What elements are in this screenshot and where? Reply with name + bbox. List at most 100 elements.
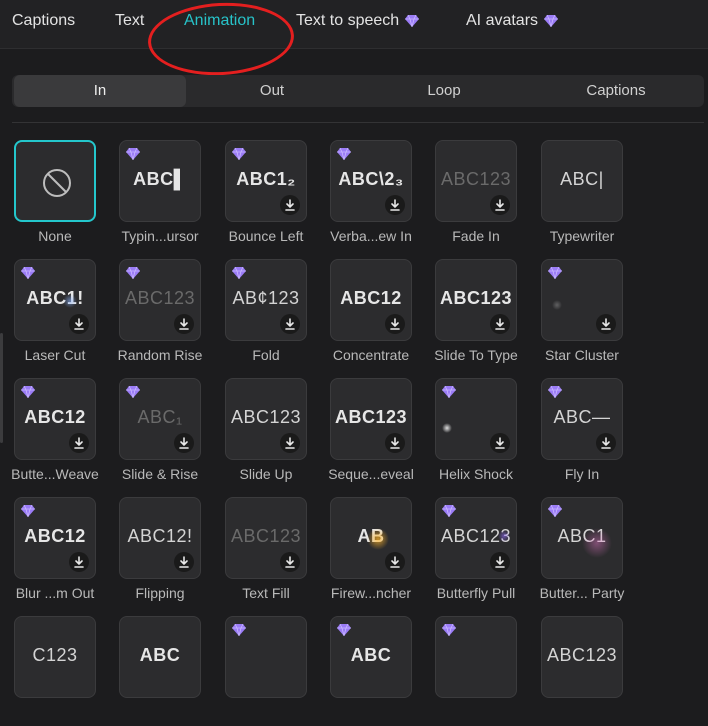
- preset-thumbnail[interactable]: ABC1₂: [225, 140, 307, 222]
- preset-thumbnail[interactable]: ABC1!: [14, 259, 96, 341]
- animation-preset-fly-in[interactable]: ABC— Fly In: [535, 378, 635, 488]
- preset-thumbnail[interactable]: ABC123: [119, 259, 201, 341]
- download-icon[interactable]: [174, 552, 194, 572]
- preset-thumbnail[interactable]: ABC123: [435, 140, 517, 222]
- preset-thumbnail[interactable]: ABC|: [541, 140, 623, 222]
- animation-preset-typewriter[interactable]: ABC| Typewriter: [535, 140, 635, 250]
- preset-thumbnail[interactable]: ABC₁: [119, 378, 201, 460]
- animation-preset-slide-rise[interactable]: ABC₁ Slide & Rise: [113, 378, 213, 488]
- animation-preset-seque-eveal[interactable]: ABC123 Seque...eveal: [324, 378, 424, 488]
- preset-thumbnail[interactable]: ABC12!: [119, 497, 201, 579]
- download-icon[interactable]: [69, 314, 89, 334]
- download-icon[interactable]: [596, 314, 616, 334]
- premium-gem-icon: [21, 504, 35, 518]
- animation-preset-preset[interactable]: C123: [8, 616, 108, 726]
- download-icon[interactable]: [280, 552, 300, 572]
- preset-sample-text: ABC123: [230, 407, 302, 427]
- preset-thumbnail[interactable]: ABC123: [435, 497, 517, 579]
- tab-animation[interactable]: Animation: [184, 12, 255, 30]
- scrollbar[interactable]: [0, 123, 4, 662]
- animation-preset-blur-m-out[interactable]: ABC12 Blur ...m Out: [8, 497, 108, 607]
- animation-preset-none[interactable]: None: [8, 140, 108, 250]
- preset-thumbnail[interactable]: ABC: [330, 616, 412, 698]
- preset-thumbnail[interactable]: [435, 378, 517, 460]
- download-icon[interactable]: [69, 552, 89, 572]
- preset-thumbnail[interactable]: ABC123: [225, 497, 307, 579]
- tab-label: AI avatars: [466, 12, 539, 29]
- animation-preset-star-cluster[interactable]: Star Cluster: [535, 259, 635, 369]
- animation-preset-firew-ncher[interactable]: AB Firew...ncher: [324, 497, 424, 607]
- animation-preset-butter-party[interactable]: ABC1 Butter... Party: [535, 497, 635, 607]
- animation-preset-preset[interactable]: ABC: [324, 616, 424, 726]
- animation-preset-typin-ursor[interactable]: ABC▌ Typin...ursor: [113, 140, 213, 250]
- animation-preset-flipping[interactable]: ABC12! Flipping: [113, 497, 213, 607]
- preset-thumbnail[interactable]: ABC123: [435, 259, 517, 341]
- preset-thumbnail[interactable]: ABC12: [14, 497, 96, 579]
- download-icon[interactable]: [174, 433, 194, 453]
- subtab-in[interactable]: In: [14, 75, 186, 107]
- premium-gem-icon: [544, 14, 559, 27]
- preset-thumbnail[interactable]: ABC123: [225, 378, 307, 460]
- animation-preset-preset[interactable]: [219, 616, 319, 726]
- animation-preset-preset[interactable]: ABC123: [535, 616, 635, 726]
- animation-preset-preset[interactable]: ABC: [113, 616, 213, 726]
- preset-thumbnail[interactable]: ABC12: [14, 378, 96, 460]
- preset-thumbnail[interactable]: AB¢123: [225, 259, 307, 341]
- animation-preset-helix-shock[interactable]: Helix Shock: [429, 378, 529, 488]
- download-icon[interactable]: [385, 433, 405, 453]
- download-icon[interactable]: [174, 314, 194, 334]
- animation-preset-fold[interactable]: AB¢123 Fold: [219, 259, 319, 369]
- tab-label: Captions: [12, 12, 76, 29]
- preset-thumbnail[interactable]: ABC12: [330, 259, 412, 341]
- download-icon[interactable]: [69, 433, 89, 453]
- preset-thumbnail[interactable]: ABC123: [330, 378, 412, 460]
- download-icon[interactable]: [490, 314, 510, 334]
- animation-preset-verba-ew-in[interactable]: ABC\2₃ Verba...ew In: [324, 140, 424, 250]
- preset-label: Butte...Weave: [11, 466, 99, 482]
- preset-thumbnail[interactable]: ABC▌: [119, 140, 201, 222]
- animation-preset-concentrate[interactable]: ABC12 Concentrate: [324, 259, 424, 369]
- download-icon[interactable]: [385, 195, 405, 215]
- download-icon[interactable]: [596, 433, 616, 453]
- animation-preset-fade-in[interactable]: ABC123 Fade In: [429, 140, 529, 250]
- download-icon[interactable]: [280, 314, 300, 334]
- animation-preset-laser-cut[interactable]: ABC1! Laser Cut: [8, 259, 108, 369]
- download-icon[interactable]: [490, 195, 510, 215]
- subtab-captions[interactable]: Captions: [530, 75, 702, 107]
- preset-thumbnail[interactable]: ABC: [119, 616, 201, 698]
- preset-thumbnail[interactable]: AB: [330, 497, 412, 579]
- animation-preset-preset[interactable]: [429, 616, 529, 726]
- download-icon[interactable]: [385, 314, 405, 334]
- preset-thumbnail[interactable]: ABC\2₃: [330, 140, 412, 222]
- tab-label: Text: [115, 12, 145, 29]
- preset-thumbnail[interactable]: [14, 140, 96, 222]
- tab-text-to-speech[interactable]: Text to speech: [296, 12, 420, 30]
- tab-ai-avatars[interactable]: AI avatars: [466, 12, 559, 30]
- preset-thumbnail[interactable]: [225, 616, 307, 698]
- scrollbar-thumb[interactable]: [0, 333, 3, 443]
- download-icon[interactable]: [490, 552, 510, 572]
- animation-preset-butte-weave[interactable]: ABC12 Butte...Weave: [8, 378, 108, 488]
- preset-thumbnail[interactable]: [541, 259, 623, 341]
- download-icon[interactable]: [490, 433, 510, 453]
- animation-preset-random-rise[interactable]: ABC123 Random Rise: [113, 259, 213, 369]
- tab-captions[interactable]: Captions: [12, 12, 75, 30]
- subtab-out[interactable]: Out: [186, 75, 358, 107]
- animation-preset-slide-to-type[interactable]: ABC123 Slide To Type: [429, 259, 529, 369]
- preset-thumbnail[interactable]: ABC123: [541, 616, 623, 698]
- animation-preset-butterfly-pull[interactable]: ABC123 Butterfly Pull: [429, 497, 529, 607]
- preset-thumbnail[interactable]: [435, 616, 517, 698]
- premium-gem-icon: [442, 385, 456, 399]
- preset-thumbnail[interactable]: ABC—: [541, 378, 623, 460]
- tab-text[interactable]: Text: [115, 12, 144, 30]
- download-icon[interactable]: [280, 433, 300, 453]
- subtab-loop[interactable]: Loop: [358, 75, 530, 107]
- preset-thumbnail[interactable]: ABC1: [541, 497, 623, 579]
- preset-thumbnail[interactable]: C123: [14, 616, 96, 698]
- animation-preset-text-fill[interactable]: ABC123 Text Fill: [219, 497, 319, 607]
- preset-sample-text: ABC|: [560, 169, 604, 189]
- animation-preset-slide-up[interactable]: ABC123 Slide Up: [219, 378, 319, 488]
- animation-preset-bounce-left[interactable]: ABC1₂ Bounce Left: [219, 140, 319, 250]
- download-icon[interactable]: [385, 552, 405, 572]
- download-icon[interactable]: [280, 195, 300, 215]
